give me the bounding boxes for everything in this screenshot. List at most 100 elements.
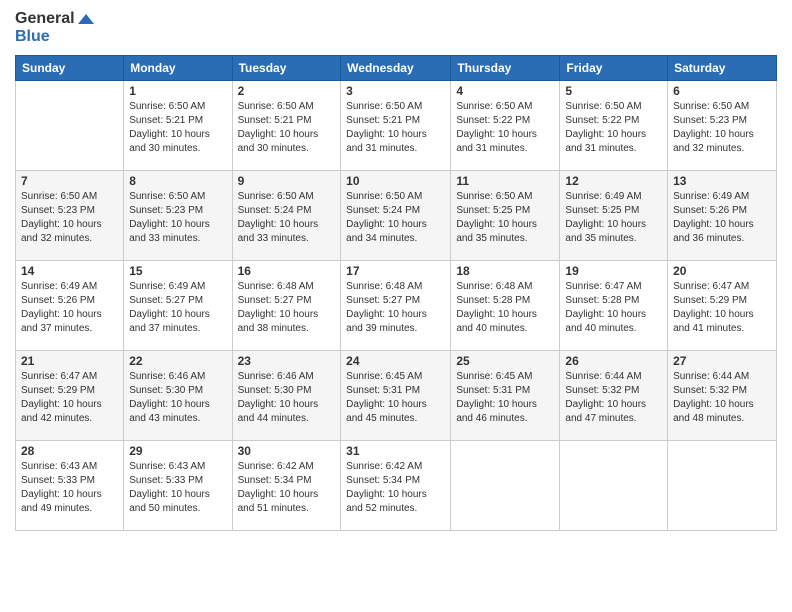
day-info: Sunrise: 6:49 AMSunset: 5:26 PMDaylight:… xyxy=(21,280,118,336)
calendar-cell: 6 Sunrise: 6:50 AMSunset: 5:23 PMDaylight… xyxy=(668,80,777,170)
day-info: Sunrise: 6:45 AMSunset: 5:31 PMDaylight:… xyxy=(456,370,554,426)
calendar-cell: 4 Sunrise: 6:50 AMSunset: 5:22 PMDaylight… xyxy=(451,80,560,170)
day-number: 31 xyxy=(346,444,445,458)
day-info: Sunrise: 6:42 AMSunset: 5:34 PMDaylight:… xyxy=(238,460,336,516)
day-info: Sunrise: 6:48 AMSunset: 5:27 PMDaylight:… xyxy=(238,280,336,336)
day-number: 23 xyxy=(238,354,336,368)
calendar-cell xyxy=(451,440,560,530)
calendar-cell xyxy=(560,440,668,530)
day-info: Sunrise: 6:50 AMSunset: 5:21 PMDaylight:… xyxy=(346,100,445,156)
calendar-cell xyxy=(16,80,124,170)
calendar-cell: 2 Sunrise: 6:50 AMSunset: 5:21 PMDaylight… xyxy=(232,80,341,170)
calendar-cell: 29 Sunrise: 6:43 AMSunset: 5:33 PMDayligh… xyxy=(124,440,232,530)
day-info: Sunrise: 6:50 AMSunset: 5:21 PMDaylight:… xyxy=(238,100,336,156)
calendar-cell: 14 Sunrise: 6:49 AMSunset: 5:26 PMDayligh… xyxy=(16,260,124,350)
header-sunday: Sunday xyxy=(16,55,124,80)
day-number: 3 xyxy=(346,84,445,98)
day-number: 4 xyxy=(456,84,554,98)
calendar-cell: 27Sunrise: 6:44 AMSunset: 5:32 PMDayligh… xyxy=(668,350,777,440)
day-info: Sunrise: 6:47 AMSunset: 5:29 PMDaylight:… xyxy=(21,370,118,426)
day-number: 29 xyxy=(129,444,226,458)
day-number: 25 xyxy=(456,354,554,368)
day-info: Sunrise: 6:49 AMSunset: 5:25 PMDaylight:… xyxy=(565,190,662,246)
calendar-cell: 13Sunrise: 6:49 AMSunset: 5:26 PMDayligh… xyxy=(668,170,777,260)
day-number: 6 xyxy=(673,84,771,98)
calendar-cell: 9 Sunrise: 6:50 AMSunset: 5:24 PMDaylight… xyxy=(232,170,341,260)
day-number: 14 xyxy=(21,264,118,278)
calendar-cell: 20Sunrise: 6:47 AMSunset: 5:29 PMDayligh… xyxy=(668,260,777,350)
calendar-cell: 26Sunrise: 6:44 AMSunset: 5:32 PMDayligh… xyxy=(560,350,668,440)
day-info: Sunrise: 6:42 AMSunset: 5:34 PMDaylight:… xyxy=(346,460,445,516)
day-number: 1 xyxy=(129,84,226,98)
logo-general: General xyxy=(15,10,94,28)
day-info: Sunrise: 6:50 AMSunset: 5:25 PMDaylight:… xyxy=(456,190,554,246)
header-wednesday: Wednesday xyxy=(341,55,451,80)
day-number: 5 xyxy=(565,84,662,98)
day-info: Sunrise: 6:50 AMSunset: 5:24 PMDaylight:… xyxy=(346,190,445,246)
day-info: Sunrise: 6:50 AMSunset: 5:24 PMDaylight:… xyxy=(238,190,336,246)
logo-text: General Blue xyxy=(15,10,94,47)
calendar-cell: 16 Sunrise: 6:48 AMSunset: 5:27 PMDayligh… xyxy=(232,260,341,350)
day-number: 7 xyxy=(21,174,118,188)
calendar-cell: 28 Sunrise: 6:43 AMSunset: 5:33 PMDayligh… xyxy=(16,440,124,530)
logo-container: General Blue xyxy=(15,10,94,47)
calendar-cell: 22 Sunrise: 6:46 AMSunset: 5:30 PMDayligh… xyxy=(124,350,232,440)
day-info: Sunrise: 6:43 AMSunset: 5:33 PMDaylight:… xyxy=(21,460,118,516)
day-info: Sunrise: 6:46 AMSunset: 5:30 PMDaylight:… xyxy=(129,370,226,426)
calendar-cell xyxy=(668,440,777,530)
day-info: Sunrise: 6:48 AMSunset: 5:27 PMDaylight:… xyxy=(346,280,445,336)
day-number: 9 xyxy=(238,174,336,188)
calendar-cell: 12 Sunrise: 6:49 AMSunset: 5:25 PMDayligh… xyxy=(560,170,668,260)
day-number: 24 xyxy=(346,354,445,368)
calendar-cell: 10Sunrise: 6:50 AMSunset: 5:24 PMDayligh… xyxy=(341,170,451,260)
calendar-cell: 30 Sunrise: 6:42 AMSunset: 5:34 PMDayligh… xyxy=(232,440,341,530)
day-info: Sunrise: 6:49 AMSunset: 5:27 PMDaylight:… xyxy=(129,280,226,336)
day-info: Sunrise: 6:47 AMSunset: 5:28 PMDaylight:… xyxy=(565,280,662,336)
calendar-cell: 5 Sunrise: 6:50 AMSunset: 5:22 PMDaylight… xyxy=(560,80,668,170)
day-number: 18 xyxy=(456,264,554,278)
day-info: Sunrise: 6:50 AMSunset: 5:22 PMDaylight:… xyxy=(565,100,662,156)
day-info: Sunrise: 6:50 AMSunset: 5:23 PMDaylight:… xyxy=(673,100,771,156)
day-info: Sunrise: 6:45 AMSunset: 5:31 PMDaylight:… xyxy=(346,370,445,426)
day-info: Sunrise: 6:48 AMSunset: 5:28 PMDaylight:… xyxy=(456,280,554,336)
calendar-cell: 23Sunrise: 6:46 AMSunset: 5:30 PMDayligh… xyxy=(232,350,341,440)
day-number: 19 xyxy=(565,264,662,278)
calendar-cell: 3 Sunrise: 6:50 AMSunset: 5:21 PMDaylight… xyxy=(341,80,451,170)
day-number: 26 xyxy=(565,354,662,368)
day-number: 12 xyxy=(565,174,662,188)
calendar: SundayMondayTuesdayWednesdayThursdayFrid… xyxy=(15,55,777,531)
day-info: Sunrise: 6:43 AMSunset: 5:33 PMDaylight:… xyxy=(129,460,226,516)
day-info: Sunrise: 6:50 AMSunset: 5:23 PMDaylight:… xyxy=(129,190,226,246)
calendar-cell: 21 Sunrise: 6:47 AMSunset: 5:29 PMDayligh… xyxy=(16,350,124,440)
day-number: 30 xyxy=(238,444,336,458)
day-number: 15 xyxy=(129,264,226,278)
calendar-cell: 1 Sunrise: 6:50 AMSunset: 5:21 PMDaylight… xyxy=(124,80,232,170)
day-info: Sunrise: 6:44 AMSunset: 5:32 PMDaylight:… xyxy=(673,370,771,426)
logo-blue: Blue xyxy=(15,28,94,46)
day-number: 20 xyxy=(673,264,771,278)
calendar-cell: 8 Sunrise: 6:50 AMSunset: 5:23 PMDaylight… xyxy=(124,170,232,260)
header-friday: Friday xyxy=(560,55,668,80)
day-number: 8 xyxy=(129,174,226,188)
calendar-cell: 24 Sunrise: 6:45 AMSunset: 5:31 PMDayligh… xyxy=(341,350,451,440)
header: General Blue xyxy=(15,10,777,47)
day-info: Sunrise: 6:50 AMSunset: 5:22 PMDaylight:… xyxy=(456,100,554,156)
calendar-cell: 15 Sunrise: 6:49 AMSunset: 5:27 PMDayligh… xyxy=(124,260,232,350)
day-info: Sunrise: 6:50 AMSunset: 5:23 PMDaylight:… xyxy=(21,190,118,246)
day-info: Sunrise: 6:50 AMSunset: 5:21 PMDaylight:… xyxy=(129,100,226,156)
header-saturday: Saturday xyxy=(668,55,777,80)
day-number: 21 xyxy=(21,354,118,368)
day-number: 11 xyxy=(456,174,554,188)
calendar-cell: 7 Sunrise: 6:50 AMSunset: 5:23 PMDaylight… xyxy=(16,170,124,260)
logo: General Blue xyxy=(15,10,94,47)
day-number: 16 xyxy=(238,264,336,278)
day-number: 28 xyxy=(21,444,118,458)
day-number: 2 xyxy=(238,84,336,98)
calendar-cell: 11 Sunrise: 6:50 AMSunset: 5:25 PMDayligh… xyxy=(451,170,560,260)
header-thursday: Thursday xyxy=(451,55,560,80)
header-tuesday: Tuesday xyxy=(232,55,341,80)
day-number: 13 xyxy=(673,174,771,188)
calendar-cell: 18 Sunrise: 6:48 AMSunset: 5:28 PMDayligh… xyxy=(451,260,560,350)
page: General Blue SundayMondayTuesdayWednesda… xyxy=(0,0,792,612)
day-number: 22 xyxy=(129,354,226,368)
